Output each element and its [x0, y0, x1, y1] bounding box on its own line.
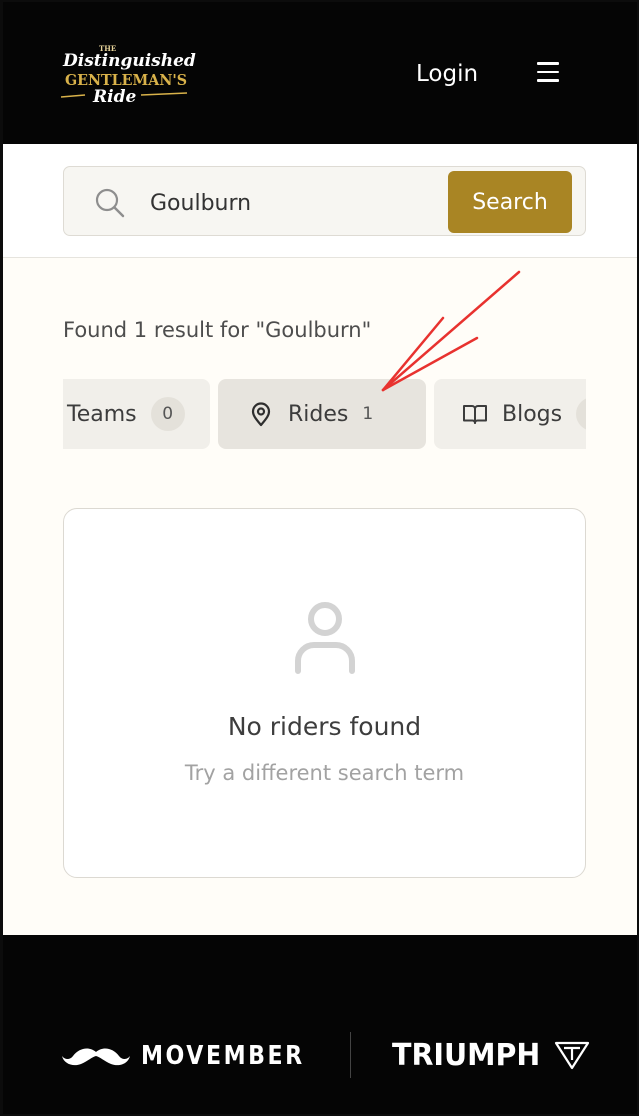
hamburger-menu-icon[interactable] — [537, 62, 563, 86]
footer-divider — [350, 1032, 351, 1078]
site-header: THE Distinguished GENTLEMAN'S Ride Login — [3, 2, 637, 144]
empty-state-card: No riders found Try a different search t… — [63, 508, 586, 878]
tab-blogs-label: Blogs — [502, 401, 563, 427]
results-tabs[interactable]: Teams 0 Rides 1 Blogs 0 — [63, 379, 586, 451]
open-book-icon — [463, 405, 487, 424]
tab-teams-count: 0 — [150, 397, 185, 431]
results-summary: Found 1 result for "Goulburn" — [63, 318, 372, 342]
site-footer — [3, 935, 637, 1114]
tab-teams[interactable]: Teams 0 — [63, 379, 210, 449]
triumph-wordmark: TRIUMPH — [392, 1037, 541, 1073]
logo-line2: Distinguished — [62, 51, 196, 71]
user-icon — [295, 602, 355, 674]
moustache-icon — [62, 1048, 130, 1066]
empty-state-subtitle: Try a different search term — [184, 761, 465, 785]
tab-rides-label: Rides — [288, 401, 349, 427]
tab-rides-count: 1 — [362, 404, 374, 424]
search-bar: Search — [63, 166, 586, 236]
search-icon — [95, 188, 125, 218]
movember-wordmark: MOVEMBER — [141, 1041, 305, 1071]
login-link[interactable]: Login — [416, 57, 478, 91]
map-pin-icon — [251, 402, 271, 427]
tab-rides[interactable]: Rides 1 — [218, 379, 426, 449]
search-section: Search — [3, 144, 637, 258]
dgr-logo[interactable]: THE Distinguished GENTLEMAN'S Ride — [59, 40, 201, 106]
tab-blogs-count: 0 — [576, 397, 586, 431]
search-button[interactable]: Search — [448, 171, 572, 233]
app-frame: THE Distinguished GENTLEMAN'S Ride Login… — [0, 0, 639, 1116]
tab-teams-label: Teams — [67, 401, 137, 427]
movember-logo[interactable]: MOVEMBER — [61, 1038, 334, 1074]
triumph-logo[interactable]: TRIUMPH — [392, 1032, 590, 1078]
logo-line4: Ride — [92, 87, 136, 106]
triumph-shield-icon — [554, 1041, 590, 1070]
search-input[interactable] — [150, 185, 430, 221]
tab-blogs[interactable]: Blogs 0 — [434, 379, 586, 449]
empty-state-title: No riders found — [227, 712, 422, 741]
